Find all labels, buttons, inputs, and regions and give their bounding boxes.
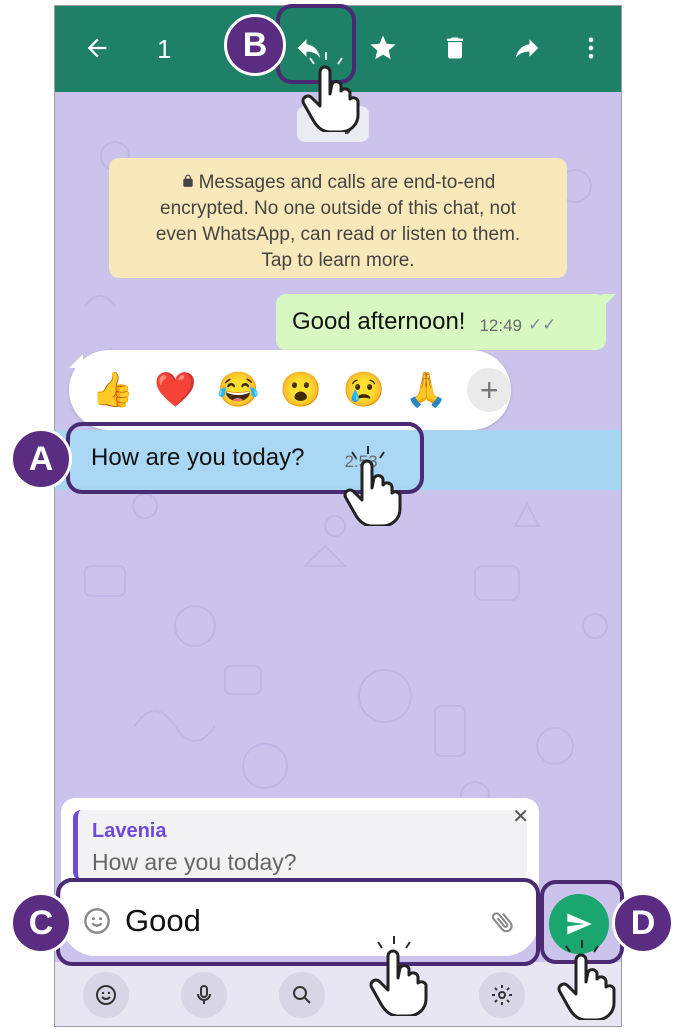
keyboard-toolbar [55,962,621,1026]
more-reactions-icon[interactable]: + [467,368,512,412]
tap-hand-icon [557,940,616,1020]
reaction-sad[interactable]: 😢 [342,368,386,412]
annotation-badge-b: B [224,14,286,76]
forward-icon[interactable] [507,28,547,68]
microphone-icon[interactable] [181,972,227,1018]
message-time: 12:49 [479,316,523,335]
annotation-badge-d: D [612,892,674,954]
reaction-pray[interactable]: 🙏 [405,368,449,412]
tap-hand-icon [343,446,402,526]
reaction-notch [69,354,83,368]
more-options-icon[interactable] [571,28,611,68]
encryption-line-2: encrypted. No one outside of this chat, … [160,198,516,219]
reaction-picker: 👍 ❤️ 😂 😮 😢 🙏 + [69,350,512,430]
encryption-line-1: Messages and calls are end-to-end [119,170,557,196]
keyboard-emoji-icon[interactable] [83,972,129,1018]
annotation-badge-c: C [10,892,72,954]
reply-sender-name: Lavenia [92,820,167,842]
double-check-icon: ✓✓ [528,315,557,334]
bubble-tail [602,294,616,308]
close-icon[interactable]: ✕ [512,804,529,829]
reply-quoted-text: How are you today? [92,849,297,875]
encryption-line-3: even WhatsApp, can read or listen to the… [155,224,521,245]
selected-count: 1 [157,34,172,64]
settings-gear-icon[interactable] [479,972,525,1018]
back-arrow-icon[interactable] [77,28,117,68]
quoted-message[interactable]: Lavenia How are you today? [73,810,527,880]
encryption-line-4: Tap to learn more. [261,250,415,271]
reaction-surprised[interactable]: 😮 [279,368,323,412]
reaction-laugh[interactable]: 😂 [216,368,260,412]
lock-icon [182,174,193,187]
outgoing-message[interactable]: Good afternoon! 12:49 ✓✓ [276,294,616,350]
search-icon[interactable] [279,972,325,1018]
tap-hand-icon [301,52,360,132]
reaction-thumbs-up[interactable]: 👍 [91,368,135,412]
reply-preview: Lavenia How are you today? ✕ [61,798,539,886]
encryption-notice[interactable]: Messages and calls are end-to-end encryp… [109,158,567,278]
highlight-composer [56,878,540,966]
reaction-heart[interactable]: ❤️ [154,368,198,412]
tap-hand-icon [369,936,428,1016]
annotation-badge-a: A [10,428,72,490]
message-text: Good afternoon! [292,308,466,335]
star-icon[interactable] [363,28,403,68]
delete-icon[interactable] [435,28,475,68]
